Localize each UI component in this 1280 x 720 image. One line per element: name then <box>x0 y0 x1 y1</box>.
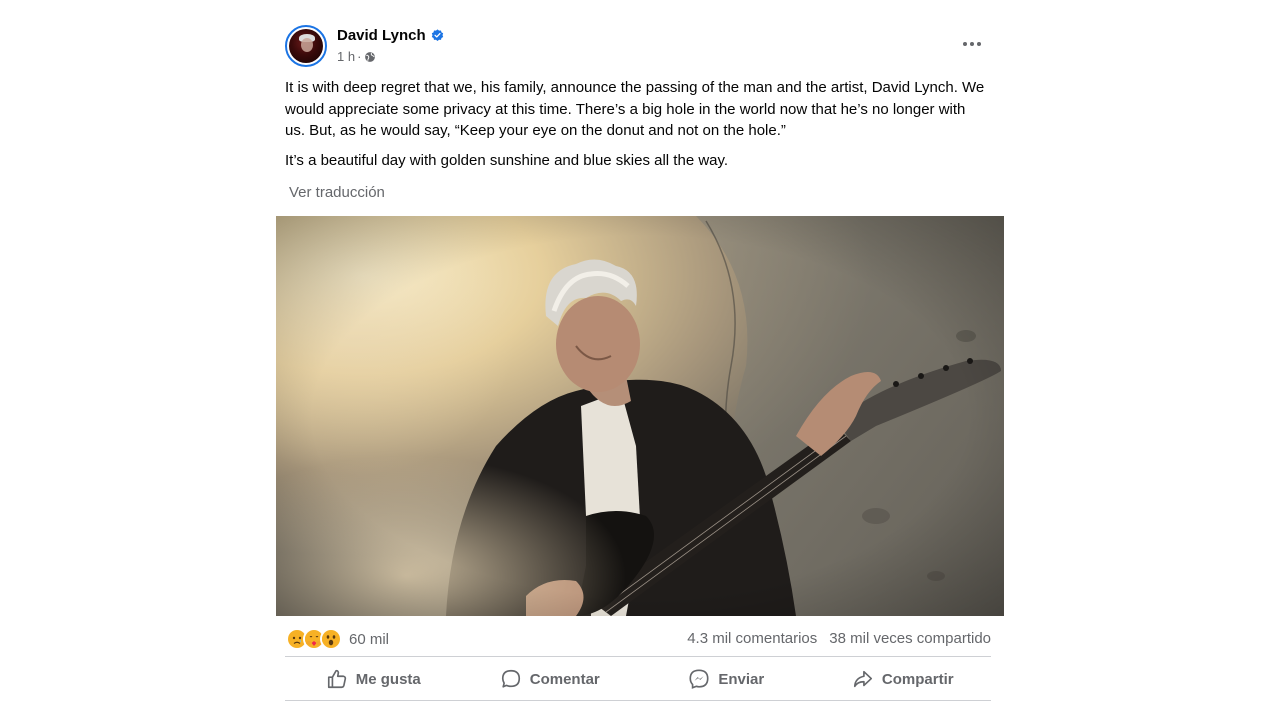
divider <box>285 656 991 657</box>
send-button[interactable]: Enviar <box>638 660 815 698</box>
globe-icon[interactable] <box>364 51 376 63</box>
post-paragraph-2: It’s a beautiful day with golden sunshin… <box>285 151 729 169</box>
facebook-post: David Lynch 1 h · It is with deep regret… <box>276 14 1004 720</box>
more-options-button[interactable] <box>956 32 988 56</box>
avatar-face <box>301 38 313 52</box>
wow-reaction-icon <box>320 628 342 650</box>
post-meta: 1 h · <box>337 49 376 64</box>
comment-icon <box>501 669 520 688</box>
author-avatar[interactable] <box>285 25 327 67</box>
post-time[interactable]: 1 h <box>337 49 355 64</box>
author-name[interactable]: David Lynch <box>337 27 426 44</box>
engagement-counts: 4.3 mil comentarios 38 mil veces compart… <box>687 630 991 647</box>
like-label: Me gusta <box>355 670 421 688</box>
author-name-row: David Lynch <box>337 27 444 44</box>
comments-count[interactable]: 4.3 mil comentarios <box>687 630 817 647</box>
post-action-bar: Me gusta Comentar Enviar Compartir <box>285 660 991 698</box>
thumbs-up-icon <box>327 669 346 689</box>
more-horizontal-icon <box>963 42 981 46</box>
post-stats: 60 mil 4.3 mil comentarios 38 mil veces … <box>276 624 1004 654</box>
share-button[interactable]: Compartir <box>815 660 992 698</box>
share-arrow-icon <box>853 670 872 688</box>
divider <box>285 700 991 701</box>
photo-man-with-guitar <box>276 216 1004 616</box>
avatar-image <box>289 29 323 63</box>
share-label: Compartir <box>881 670 954 688</box>
verified-badge-icon <box>431 29 443 41</box>
meta-separator: · <box>357 49 362 64</box>
comment-label: Comentar <box>529 670 600 688</box>
post-photo[interactable] <box>276 216 1004 616</box>
reactions-count: 60 mil <box>349 630 390 648</box>
post-header: David Lynch 1 h · <box>276 14 1004 74</box>
reactions-summary[interactable]: 60 mil <box>286 628 389 650</box>
post-paragraph-1: It is with deep regret that we, his fami… <box>285 79 985 139</box>
like-button[interactable]: Me gusta <box>285 660 462 698</box>
send-label: Enviar <box>718 670 765 688</box>
post-body: It is with deep regret that we, his fami… <box>285 77 985 179</box>
shares-count[interactable]: 38 mil veces compartido <box>829 630 991 647</box>
see-translation-link[interactable]: Ver traducción <box>289 184 385 201</box>
comment-button[interactable]: Comentar <box>462 660 639 698</box>
messenger-icon <box>689 669 709 689</box>
